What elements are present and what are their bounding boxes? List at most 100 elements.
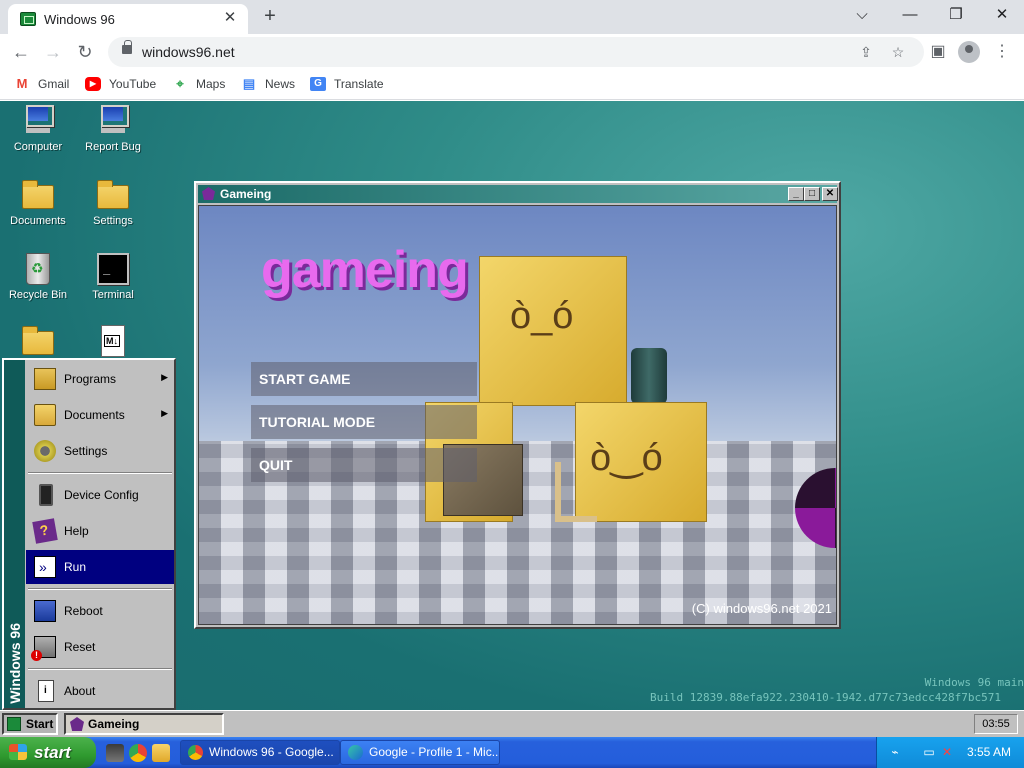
gmail-icon: M (16, 76, 28, 91)
run-icon (34, 556, 56, 578)
bookmark-maps[interactable]: ⌖ Maps (172, 76, 228, 94)
start-item-programs[interactable]: Programs ▶ (26, 362, 174, 396)
settings-icon (34, 440, 56, 462)
volume-muted-icon[interactable]: ✕ (939, 745, 955, 759)
start-item-device-config[interactable]: Device Config (26, 478, 174, 512)
win96-taskbar: Start Gameing 03:55 (0, 710, 1024, 737)
side-panel-icon[interactable]: ▣ (926, 40, 950, 64)
close-tab-icon[interactable]: ✕ (220, 8, 240, 28)
tray-clock: 3:55 AM (967, 745, 1012, 759)
submenu-arrow-icon: ▶ (161, 372, 168, 382)
reboot-icon (34, 600, 56, 622)
xp-task-windows96-chrome[interactable]: Windows 96 - Google... (180, 740, 340, 765)
youtube-icon: ▶ (85, 77, 101, 91)
bookmark-news[interactable]: ▤ News (241, 76, 297, 94)
windows-flag-icon (9, 744, 27, 760)
bookmark-star-icon[interactable]: ☆ (888, 42, 908, 62)
start-item-settings[interactable]: Settings (26, 434, 174, 468)
browser-tab[interactable]: Windows 96 ✕ (8, 4, 248, 34)
cube-face-icon: ò‿ó (590, 437, 663, 479)
chrome-icon (188, 745, 203, 760)
recycle-bin-icon (26, 253, 50, 285)
maps-icon: ⌖ (176, 76, 184, 91)
quicklaunch-app-icon[interactable] (106, 744, 124, 762)
edge-icon (348, 745, 363, 760)
settings-folder-icon (97, 180, 129, 209)
markdown-file-icon (101, 325, 125, 357)
window-close-button[interactable]: ✕ (822, 187, 838, 201)
gameing-app-icon (202, 187, 215, 200)
window-minimize-button[interactable]: _ (788, 187, 804, 201)
desktop-icon-terminal[interactable]: Terminal (75, 251, 151, 317)
computer-icon (22, 105, 54, 137)
desktop-icon-report-bug[interactable]: Report Bug (75, 103, 151, 169)
cube-face-icon: ò_ó (510, 295, 574, 337)
build-watermark: Windows 96 main Build 12839.88efa922.230… (644, 675, 1024, 705)
new-tab-button[interactable]: + (258, 5, 282, 29)
share-icon[interactable]: ⇪ (856, 42, 876, 62)
start-game-button[interactable]: START GAME (251, 362, 477, 396)
start-menu-banner-text: Windows 96 (7, 623, 23, 704)
translate-icon: G (310, 77, 326, 91)
quicklaunch-chrome-icon[interactable] (129, 744, 147, 762)
network-icon[interactable]: ⌁ (887, 745, 903, 759)
bookmark-youtube[interactable]: ▶ YouTube (85, 76, 161, 94)
news-icon: ▤ (242, 76, 256, 91)
minimize-button[interactable]: — (888, 2, 932, 28)
more-menu-icon[interactable]: ⋮ (990, 40, 1014, 64)
quit-button[interactable]: QUIT (251, 448, 477, 482)
documents-folder-icon (22, 180, 54, 209)
bookmarks-bar: M Gmail ▶ YouTube ⌖ Maps ▤ News G Transl… (0, 70, 1024, 100)
tab-search-button[interactable]: ⌵ (840, 2, 884, 28)
window-maximize-button[interactable]: □ (804, 187, 820, 201)
start-menu-banner: Windows 96 (4, 360, 25, 708)
terminal-icon (97, 253, 129, 285)
win96-clock: 03:55 (974, 714, 1018, 734)
gameing-titlebar[interactable]: Gameing _ □ ✕ (198, 185, 838, 203)
build-line-2: Build 12839.88efa922.230410-1942.d77c73e… (650, 691, 1001, 704)
restore-button[interactable]: ❐ (934, 2, 978, 28)
xp-start-button[interactable]: start (0, 737, 96, 768)
desktop-icon-documents[interactable]: Documents (0, 177, 76, 243)
help-icon (32, 518, 58, 544)
start-item-documents[interactable]: Documents ▶ (26, 398, 174, 432)
back-button[interactable]: ← (8, 39, 34, 65)
tutorial-mode-button[interactable]: TUTORIAL MODE (251, 405, 477, 439)
start-item-reset[interactable]: Reset (26, 630, 174, 664)
start-item-help[interactable]: Help (26, 514, 174, 548)
tab-title: Windows 96 (44, 12, 115, 27)
win96-logo-icon (7, 717, 21, 731)
close-window-button[interactable]: ✕ (980, 2, 1024, 28)
start-item-about[interactable]: About (26, 674, 174, 708)
display-warning-icon[interactable]: ▭ (921, 745, 937, 759)
desktop-icon-settings[interactable]: Settings (75, 177, 151, 243)
start-item-run[interactable]: Run (26, 550, 174, 584)
address-bar[interactable]: windows96.net ⇪ ☆ (108, 37, 924, 67)
desktop-icon-recycle-bin[interactable]: Recycle Bin (0, 251, 76, 317)
copyright-text: (C) windows96.net 2021 (691, 601, 832, 616)
win96-desktop[interactable]: Computer Report Bug Documents Settings R… (0, 101, 1024, 737)
profile-avatar-icon[interactable] (958, 41, 980, 63)
win96-start-button[interactable]: Start (2, 713, 58, 735)
bookmark-gmail[interactable]: M Gmail (14, 76, 74, 94)
xp-task-google-edge[interactable]: Google - Profile 1 - Mic... (340, 740, 500, 765)
lock-icon[interactable] (122, 40, 132, 54)
submenu-arrow-icon: ▶ (161, 408, 168, 418)
chair-object (555, 462, 597, 522)
system-tray: ⌁ ▭ ✕ 3:55 AM (876, 737, 1024, 768)
smiley-cube-top: ò_ó (479, 256, 627, 406)
browser-toolbar: ← → ↻ windows96.net ⇪ ☆ ▣ ⋮ (0, 34, 1024, 70)
url-text[interactable]: windows96.net (142, 44, 235, 60)
bookmark-translate[interactable]: G Translate (310, 76, 386, 94)
forward-button[interactable]: → (40, 39, 66, 65)
barrel-object (631, 348, 667, 404)
reset-icon (31, 636, 56, 661)
gameing-app-icon (70, 717, 84, 731)
game-viewport[interactable]: ò_ó ò‿ó gameing START GAME TUTORIAL MODE… (198, 205, 837, 625)
quicklaunch-explorer-icon[interactable] (152, 744, 170, 762)
desktop-icon-computer[interactable]: Computer (0, 103, 76, 169)
start-item-reboot[interactable]: Reboot (26, 594, 174, 628)
reload-button[interactable]: ↻ (72, 39, 98, 65)
start-menu-separator (28, 472, 172, 474)
taskbar-item-gameing[interactable]: Gameing (64, 713, 224, 735)
